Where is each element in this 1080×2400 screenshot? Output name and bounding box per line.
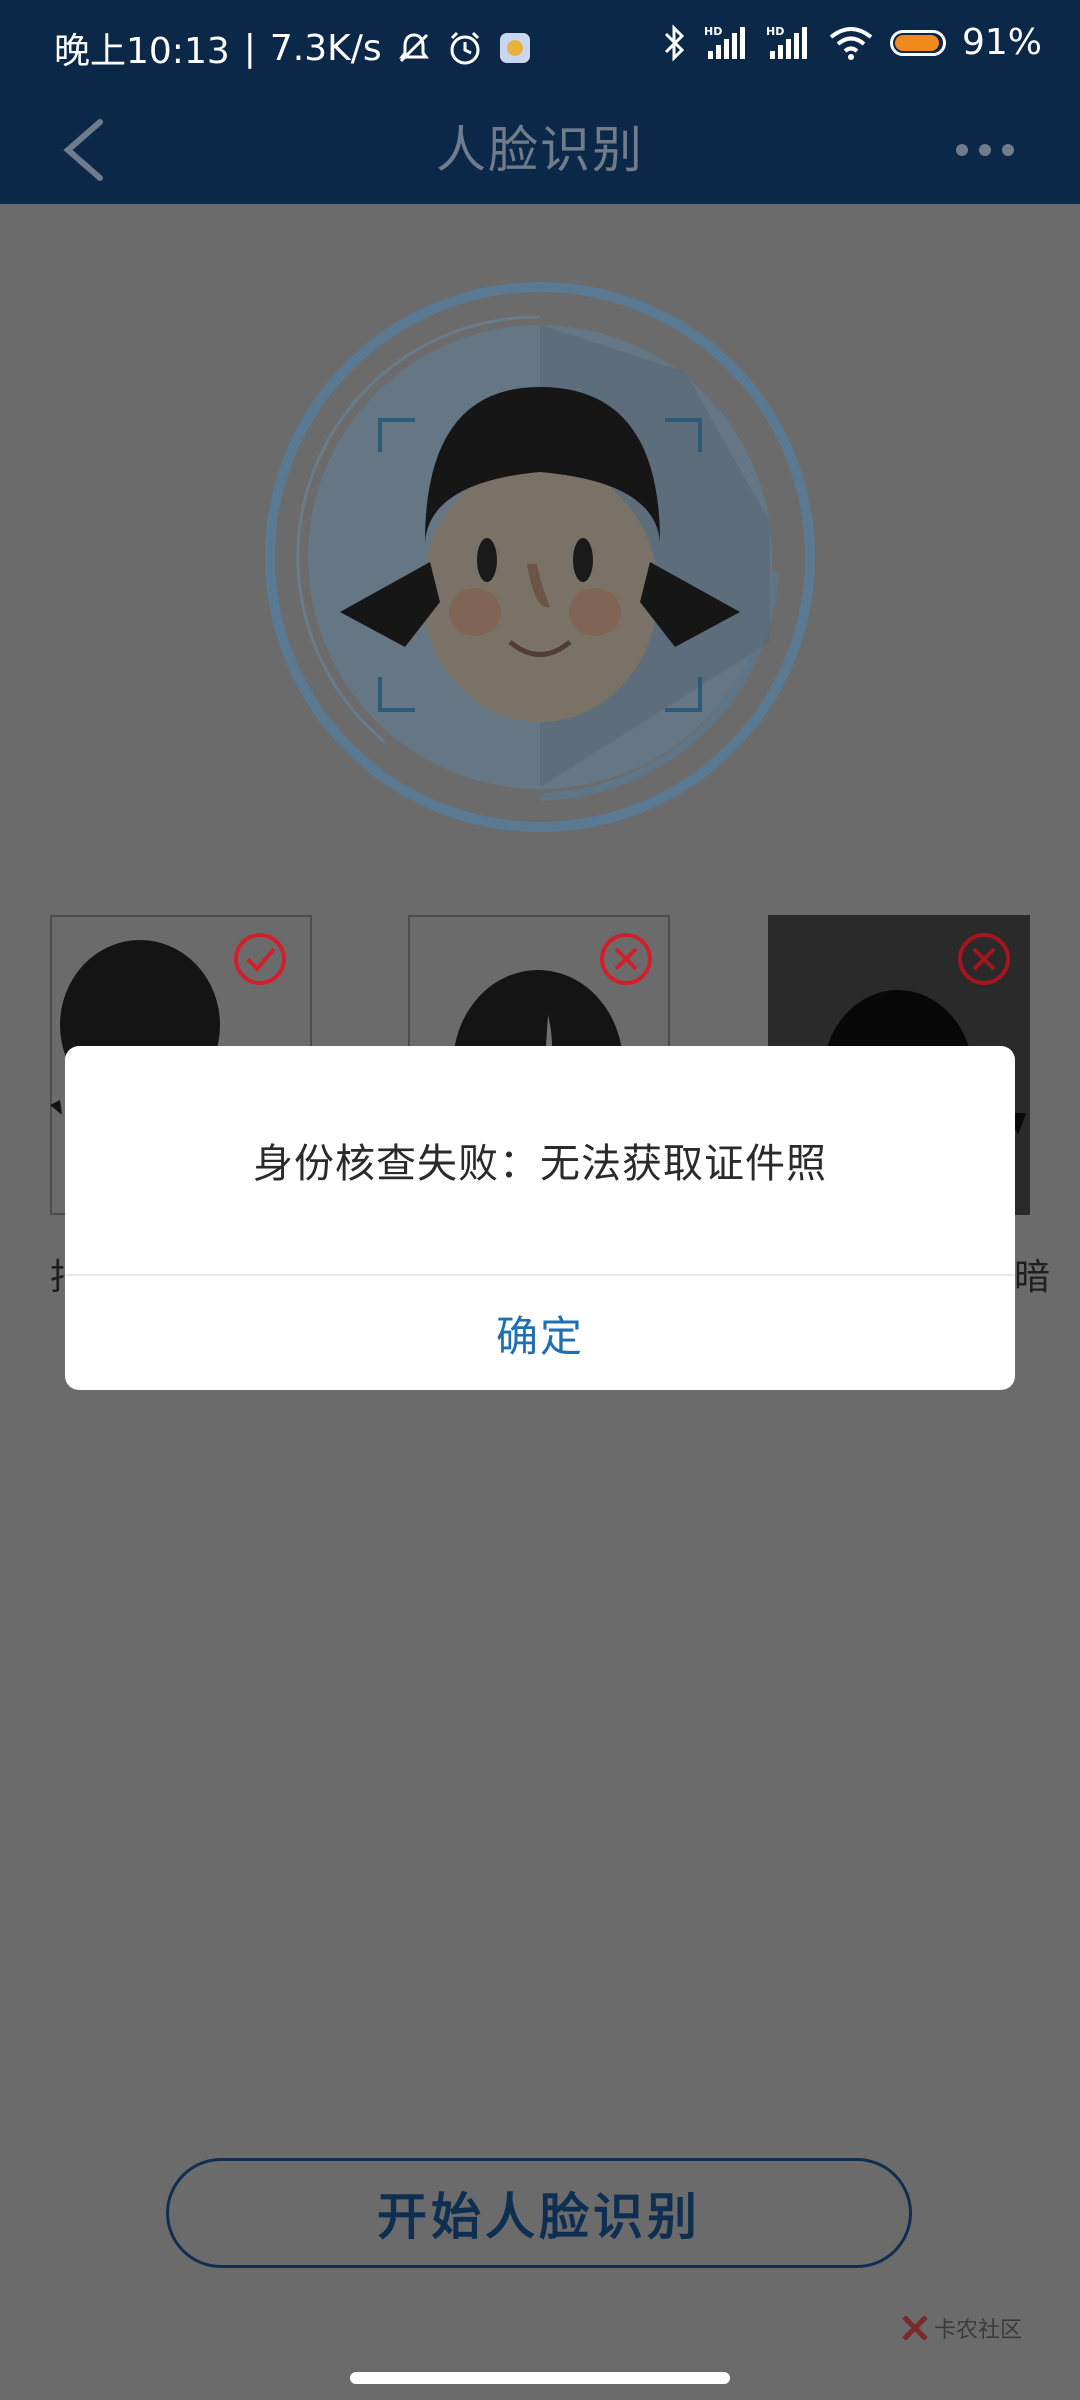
page-title: 人脸识别 [436, 121, 644, 179]
face-illustration [265, 282, 815, 832]
status-left: 晚上10:13 | 7.3K/s [54, 22, 532, 74]
dialog-confirm-button[interactable]: 确定 [65, 1276, 1015, 1390]
app-notification-icon [498, 31, 532, 65]
svg-text:HD: HD [766, 25, 784, 38]
status-time: 晚上10:13 [54, 31, 230, 72]
watermark-logo-icon [902, 2315, 928, 2341]
status-bar: 晚上10:13 | 7.3K/s HD HD 91% [0, 0, 1080, 96]
watermark-text: 卡农社区 [934, 2318, 1023, 2343]
svg-text:HD: HD [704, 25, 722, 38]
app-bar: 人脸识别 [0, 96, 1080, 204]
wifi-icon [828, 25, 874, 61]
bluetooth-icon [662, 23, 688, 62]
more-dots-icon [956, 144, 1014, 156]
hd-signal-icon: HD [704, 25, 750, 61]
example-caption-3: 暗 [1013, 1257, 1050, 1298]
battery-fill [894, 34, 939, 51]
watermark: 卡农社区 [900, 2312, 1022, 2344]
start-face-recognition-button[interactable]: 开始人脸识别 [166, 2158, 912, 2268]
status-right: HD HD 91% [662, 22, 1042, 63]
status-separator: | [243, 27, 256, 69]
face-illustration-svg [265, 282, 815, 832]
alarm-icon [446, 29, 484, 67]
dialog-message: 身份核查失败：无法获取证件照 [253, 1141, 827, 1187]
hd-signal-icon: HD [766, 25, 812, 61]
more-button[interactable] [950, 128, 1020, 172]
error-dialog: 身份核查失败：无法获取证件照 确定 [65, 1046, 1015, 1390]
status-net-speed: 7.3K/s [269, 27, 382, 69]
mute-icon [396, 30, 432, 66]
battery-icon [889, 29, 946, 56]
status-battery: 91% [961, 22, 1042, 63]
home-indicator[interactable] [350, 2372, 730, 2384]
